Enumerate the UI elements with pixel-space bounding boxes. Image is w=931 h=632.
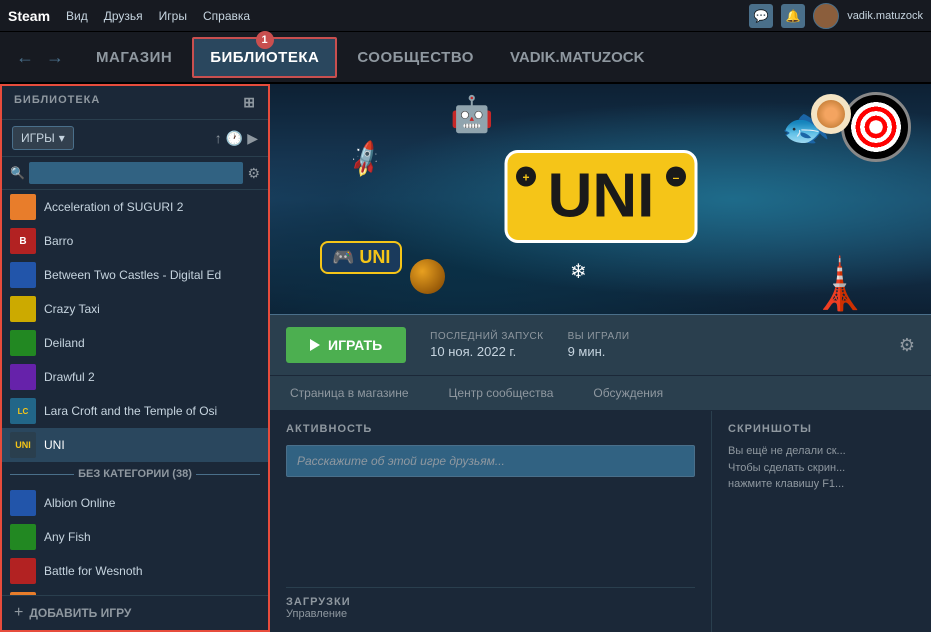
game-icon	[10, 558, 36, 584]
category-header: БЕЗ КАТЕГОРИИ (38)	[2, 462, 268, 486]
search-input[interactable]	[29, 162, 243, 184]
play-button[interactable]: ИГРАТЬ	[286, 327, 406, 363]
game-list: Acceleration of SUGURI 2 B Barro Between…	[2, 190, 268, 595]
tab-community[interactable]: СООБЩЕСТВО	[341, 39, 490, 76]
sort-up-icon[interactable]: ↑	[215, 130, 222, 147]
mini-uni-badge: 🎮 UNI	[320, 241, 402, 274]
sidebar-view-toggle[interactable]: ⊞	[243, 94, 256, 111]
list-item[interactable]: Deiland	[2, 326, 268, 360]
svg-text:–: –	[672, 171, 679, 185]
game-icon: B	[10, 228, 36, 254]
game-icon	[10, 262, 36, 288]
tab-community-hub[interactable]: Центр сообщества	[429, 376, 574, 410]
game-icon	[10, 524, 36, 550]
steam-logo[interactable]: Steam	[8, 8, 50, 24]
nav-username[interactable]: VADIK.MATUZOCK	[494, 39, 660, 76]
list-item[interactable]: Any Fish	[2, 520, 268, 554]
list-item[interactable]: B Barro	[2, 224, 268, 258]
search-bar: 🔍 ⚙	[2, 157, 268, 190]
sidebar-header: БИБЛИОТЕКА ⊞	[2, 86, 268, 120]
sub-nav: Страница в магазине Центр сообщества Обс…	[270, 375, 931, 411]
banner-logo-area: 🎮 UNI UNI + –	[270, 84, 931, 314]
menu-item-friends[interactable]: Друзья	[104, 9, 143, 23]
activity-right: СКРИНШОТЫ Вы ещё не делали ск... Чтобы с…	[711, 411, 931, 632]
svg-text:UNI: UNI	[547, 162, 654, 231]
uni-main-logo: UNI + –	[501, 142, 701, 257]
top-menu-bar: Steam Вид Друзья Игры Справка 💬 🔔 vadik.…	[0, 0, 931, 32]
game-icon: LC	[10, 398, 36, 424]
downloads-title: ЗАГРУЗКИ	[286, 596, 695, 608]
dropdown-arrow-icon: ▾	[59, 131, 65, 145]
nav-arrows: ← →	[12, 47, 68, 68]
action-bar: ИГРАТЬ ПОСЛЕДНИЙ ЗАПУСК 10 ноя. 2022 г. …	[270, 314, 931, 375]
search-icon: 🔍	[10, 166, 25, 180]
nav-bar: ← → МАГАЗИН БИБЛИОТЕКА 1 СООБЩЕСТВО VADI…	[0, 32, 931, 84]
back-button[interactable]: ←	[12, 47, 38, 68]
library-badge: 1	[256, 31, 274, 49]
activity-input[interactable]: Расскажите об этой игре друзьям...	[286, 445, 695, 477]
activity-area: АКТИВНОСТЬ Расскажите об этой игре друзь…	[270, 411, 931, 632]
list-item[interactable]: Drawful 2	[2, 360, 268, 394]
game-icon: UNI	[10, 432, 36, 458]
sort-icons: ↑ 🕐 ▶	[215, 130, 258, 147]
downloads-sub[interactable]: Управление	[286, 608, 695, 620]
username-label: vadik.matuzock	[847, 10, 923, 22]
screenshots-title: СКРИНШОТЫ	[728, 423, 915, 435]
tab-discussions[interactable]: Обсуждения	[573, 376, 683, 410]
list-item[interactable]: Crazy Taxi	[2, 292, 268, 326]
main-content: БИБЛИОТЕКА ⊞ ИГРЫ ▾ ↑ 🕐 ▶ 🔍 ⚙ Accelerati…	[0, 84, 931, 632]
avatar[interactable]	[813, 3, 839, 29]
menu-item-vid[interactable]: Вид	[66, 9, 88, 23]
notification-icon[interactable]: 🔔	[781, 4, 805, 28]
top-menu-right: 💬 🔔 vadik.matuzock	[749, 3, 923, 29]
list-item[interactable]: Between Two Castles - Digital Ed	[2, 258, 268, 292]
tab-store[interactable]: МАГАЗИН	[80, 39, 188, 76]
game-banner: 🐟 🗼 🚀 🤖 ❄ 🎮 UNI	[270, 84, 931, 314]
sidebar: БИБЛИОТЕКА ⊞ ИГРЫ ▾ ↑ 🕐 ▶ 🔍 ⚙ Accelerati…	[0, 84, 270, 632]
add-icon: +	[14, 604, 23, 622]
svg-text:+: +	[522, 171, 529, 185]
category-line-left	[10, 474, 74, 475]
list-item[interactable]: LC Lara Croft and the Temple of Osi	[2, 394, 268, 428]
menu-item-help[interactable]: Справка	[203, 9, 250, 23]
tab-library[interactable]: БИБЛИОТЕКА 1	[192, 37, 337, 78]
play-arrow-icon	[310, 339, 320, 351]
sort-play-icon[interactable]: ▶	[247, 130, 258, 147]
tab-store-page[interactable]: Страница в магазине	[270, 376, 429, 410]
game-settings-button[interactable]: ⚙	[899, 335, 915, 356]
add-game-button[interactable]: + ДОБАВИТЬ ИГРУ	[2, 595, 268, 630]
list-item-active[interactable]: UNI UNI	[2, 428, 268, 462]
chat-icon[interactable]: 💬	[749, 4, 773, 28]
menu-item-games[interactable]: Игры	[159, 9, 187, 23]
game-icon	[10, 296, 36, 322]
activity-left: АКТИВНОСТЬ Расскажите об этой игре друзь…	[270, 411, 711, 632]
forward-button[interactable]: →	[42, 47, 68, 68]
game-icon	[10, 194, 36, 220]
list-item[interactable]: Albion Online	[2, 486, 268, 520]
filter-icon[interactable]: ⚙	[247, 165, 260, 182]
category-line-right	[196, 474, 260, 475]
game-icon	[10, 330, 36, 356]
list-item[interactable]: Battle for Wesnoth	[2, 554, 268, 588]
game-icon	[10, 490, 36, 516]
game-icon	[10, 364, 36, 390]
downloads-section: ЗАГРУЗКИ Управление	[286, 587, 695, 620]
list-item[interactable]: Acceleration of SUGURI 2	[2, 190, 268, 224]
category-dropdown[interactable]: ИГРЫ ▾	[12, 126, 74, 150]
screenshots-placeholder: Вы ещё не делали ск... Чтобы сделать скр…	[728, 443, 915, 493]
main-panel: 🐟 🗼 🚀 🤖 ❄ 🎮 UNI	[270, 84, 931, 632]
category-label: БЕЗ КАТЕГОРИИ (38)	[78, 468, 192, 480]
last-launch-stat: ПОСЛЕДНИЙ ЗАПУСК 10 ноя. 2022 г.	[430, 331, 543, 359]
activity-title: АКТИВНОСТЬ	[286, 423, 695, 435]
played-stat: ВЫ ИГРАЛИ 9 мин.	[568, 331, 630, 359]
sort-clock-icon[interactable]: 🕐	[226, 130, 243, 147]
sidebar-controls: ИГРЫ ▾ ↑ 🕐 ▶	[2, 120, 268, 157]
list-item[interactable]: BeatNClean	[2, 588, 268, 595]
